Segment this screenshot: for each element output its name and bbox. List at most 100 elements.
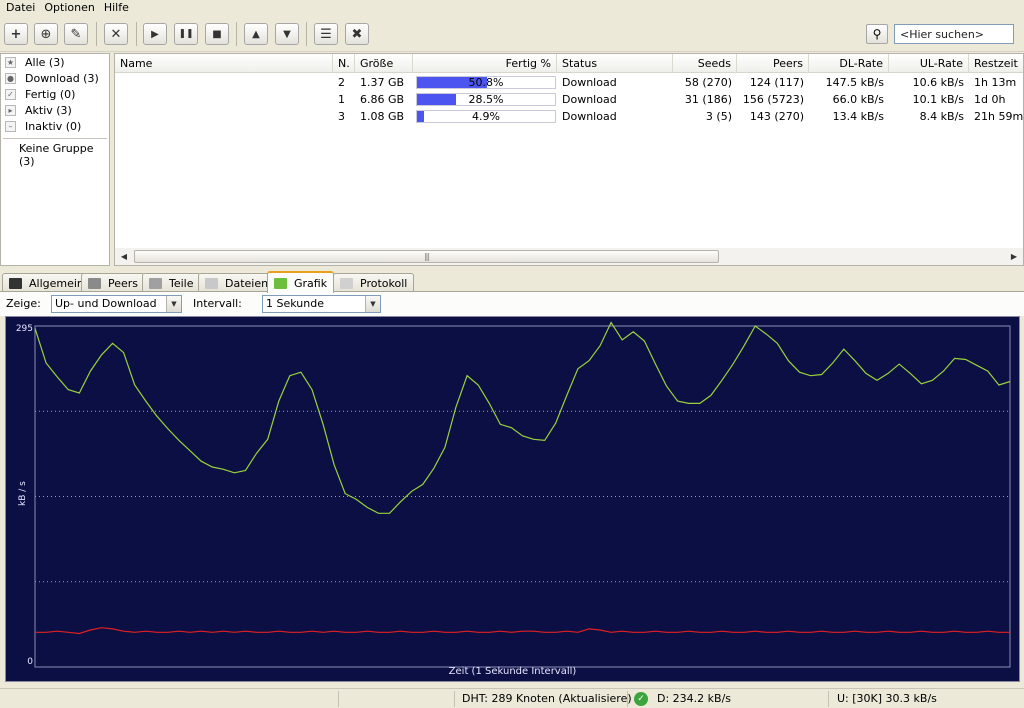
interval-select[interactable]: 1 Sekunde ▼: [262, 295, 381, 313]
speed-chart: [34, 321, 1011, 668]
sidebar-item-active[interactable]: ▸ Aktiv (3): [5, 103, 72, 118]
menu-optionen[interactable]: Optionen: [42, 1, 97, 15]
cell-ul-rate: 10.1 kB/s: [912, 93, 964, 106]
check-circle-icon: ✓: [634, 692, 648, 706]
cell-status: Download: [562, 93, 617, 106]
table-row[interactable]: 1 6.86 GB 28.5% Download 31 (186) 156 (5…: [115, 91, 1023, 108]
table-row[interactable]: 2 1.37 GB 50.8% Download 58 (270) 124 (1…: [115, 74, 1023, 91]
cell-eta: 1h 13m: [974, 76, 1017, 89]
show-select[interactable]: Up- und Download ▼: [51, 295, 182, 313]
tab-label: Protokoll: [360, 276, 408, 290]
sidebar-item-inactive[interactable]: – Inaktiv (0): [5, 119, 81, 134]
download-dot-icon: ●: [5, 73, 16, 84]
download-speed-status: D: 234.2 kB/s: [657, 692, 732, 705]
cell-number: 2: [338, 76, 345, 89]
plus-icon: +: [10, 26, 22, 42]
column-header-status[interactable]: Status: [557, 54, 673, 73]
sidebar-item-label: Inaktiv (0): [25, 120, 82, 133]
x-axis-label: Zeit (1 Sekunde Intervall): [448, 666, 577, 677]
horizontal-scrollbar[interactable]: ◀ ||| ▶: [115, 248, 1023, 265]
cell-size: 1.37 GB: [360, 76, 405, 89]
scroll-left-icon[interactable]: ◀: [117, 250, 131, 263]
cell-peers: 143 (270): [749, 110, 804, 123]
column-header-seeds[interactable]: Seeds: [673, 54, 737, 73]
rss-icon: ☰: [320, 26, 332, 42]
scrollbar-thumb[interactable]: |||: [134, 250, 719, 263]
toolbar-separator: [96, 22, 97, 46]
toolbar: + ⊕ ✎ ✕ ▶ ❚❚ ■ ▲ ▼ ☰ ✖ ⚲: [0, 16, 1024, 52]
column-header-name[interactable]: Name: [115, 54, 333, 73]
graph-icon: [274, 277, 287, 289]
chevron-down-icon[interactable]: ▼: [365, 296, 380, 312]
add-torrent-button[interactable]: +: [4, 23, 28, 45]
scroll-right-icon[interactable]: ▶: [1007, 250, 1021, 263]
monitor-icon: [9, 277, 22, 289]
show-label: Zeige:: [6, 297, 41, 310]
cell-number: 1: [338, 93, 345, 106]
tab-log[interactable]: Protokoll: [333, 273, 415, 292]
upload-speed-status[interactable]: U: [30K] 30.3 kB/s: [837, 692, 937, 705]
cell-ul-rate: 10.6 kB/s: [912, 76, 964, 89]
column-header-number[interactable]: N.: [333, 54, 355, 73]
sidebar-item-all[interactable]: ★ Alle (3): [5, 55, 64, 70]
cell-peers: 156 (5723): [742, 93, 804, 106]
chevron-down-icon[interactable]: ▼: [166, 296, 181, 312]
menu-hilfe[interactable]: Hilfe: [102, 1, 132, 15]
column-header-eta[interactable]: Restzeit: [969, 54, 1023, 73]
interval-select-value: 1 Sekunde: [266, 297, 324, 310]
column-header-ul-rate[interactable]: UL-Rate: [889, 54, 969, 73]
add-url-button[interactable]: ⊕: [34, 23, 58, 45]
column-header-peers[interactable]: Peers: [737, 54, 809, 73]
tab-files[interactable]: Dateien: [198, 273, 276, 292]
close-icon: ✕: [110, 26, 122, 42]
move-down-button[interactable]: ▼: [275, 23, 299, 45]
pause-icon: ❚❚: [178, 29, 194, 39]
tab-label: Peers: [108, 276, 139, 290]
move-up-button[interactable]: ▲: [244, 23, 268, 45]
wand-icon: ✎: [70, 26, 82, 42]
cell-number: 3: [338, 110, 345, 123]
sidebar-item-no-group[interactable]: Keine Gruppe (3): [19, 142, 109, 168]
pause-button[interactable]: ❚❚: [174, 23, 198, 45]
status-separator: [454, 691, 455, 707]
tab-pieces[interactable]: Teile: [142, 273, 201, 292]
add-download-icon: ⊕: [40, 26, 52, 42]
search-button[interactable]: ⚲: [866, 24, 888, 44]
upload-series-line: [35, 627, 1010, 635]
progress-text: 28.5%: [468, 93, 504, 106]
menu-bar: Datei Optionen Hilfe: [0, 0, 1024, 15]
sidebar-item-download[interactable]: ● Download (3): [5, 71, 99, 86]
cell-peers: 124 (117): [749, 76, 804, 89]
tab-peers[interactable]: Peers: [81, 273, 146, 292]
cell-dl-rate: 66.0 kB/s: [832, 93, 884, 106]
toolbar-separator: [136, 22, 137, 46]
settings-button[interactable]: ✖: [345, 23, 369, 45]
column-header-dl-rate[interactable]: DL-Rate: [809, 54, 889, 73]
status-separator: [338, 691, 339, 707]
menu-datei[interactable]: Datei: [4, 1, 38, 15]
table-row[interactable]: 3 1.08 GB 4.9% Download 3 (5) 143 (270) …: [115, 108, 1023, 125]
minus-icon: –: [5, 121, 16, 132]
speed-graph: 295 0 kB / s Zeit (1 Sekunde Intervall): [5, 316, 1020, 682]
stop-button[interactable]: ■: [205, 23, 229, 45]
remove-button[interactable]: ✕: [104, 23, 128, 45]
progress-text: 50.8%: [468, 76, 504, 89]
arrow-down-icon: ▼: [283, 28, 291, 40]
dht-status: DHT: 289 Knoten (Aktualisiere): [462, 692, 632, 705]
play-small-icon: ▸: [5, 105, 16, 116]
sidebar-item-label: Alle (3): [25, 56, 65, 69]
category-sidebar: ★ Alle (3) ● Download (3) ✓ Fertig (0) ▸…: [0, 53, 110, 266]
y-axis-label: kB / s: [18, 481, 28, 506]
cell-dl-rate: 13.4 kB/s: [832, 110, 884, 123]
sidebar-item-finished[interactable]: ✓ Fertig (0): [5, 87, 75, 102]
search-input[interactable]: [894, 24, 1014, 44]
rss-button[interactable]: ☰: [314, 23, 338, 45]
tab-graph[interactable]: Grafik: [267, 271, 335, 293]
tab-general[interactable]: Allgemein: [2, 273, 91, 292]
tab-label: Dateien: [225, 276, 269, 290]
column-header-done[interactable]: Fertig %: [413, 54, 557, 73]
create-torrent-button[interactable]: ✎: [64, 23, 88, 45]
download-series-line: [34, 321, 1011, 514]
column-header-size[interactable]: Größe: [355, 54, 413, 73]
start-button[interactable]: ▶: [143, 23, 167, 45]
